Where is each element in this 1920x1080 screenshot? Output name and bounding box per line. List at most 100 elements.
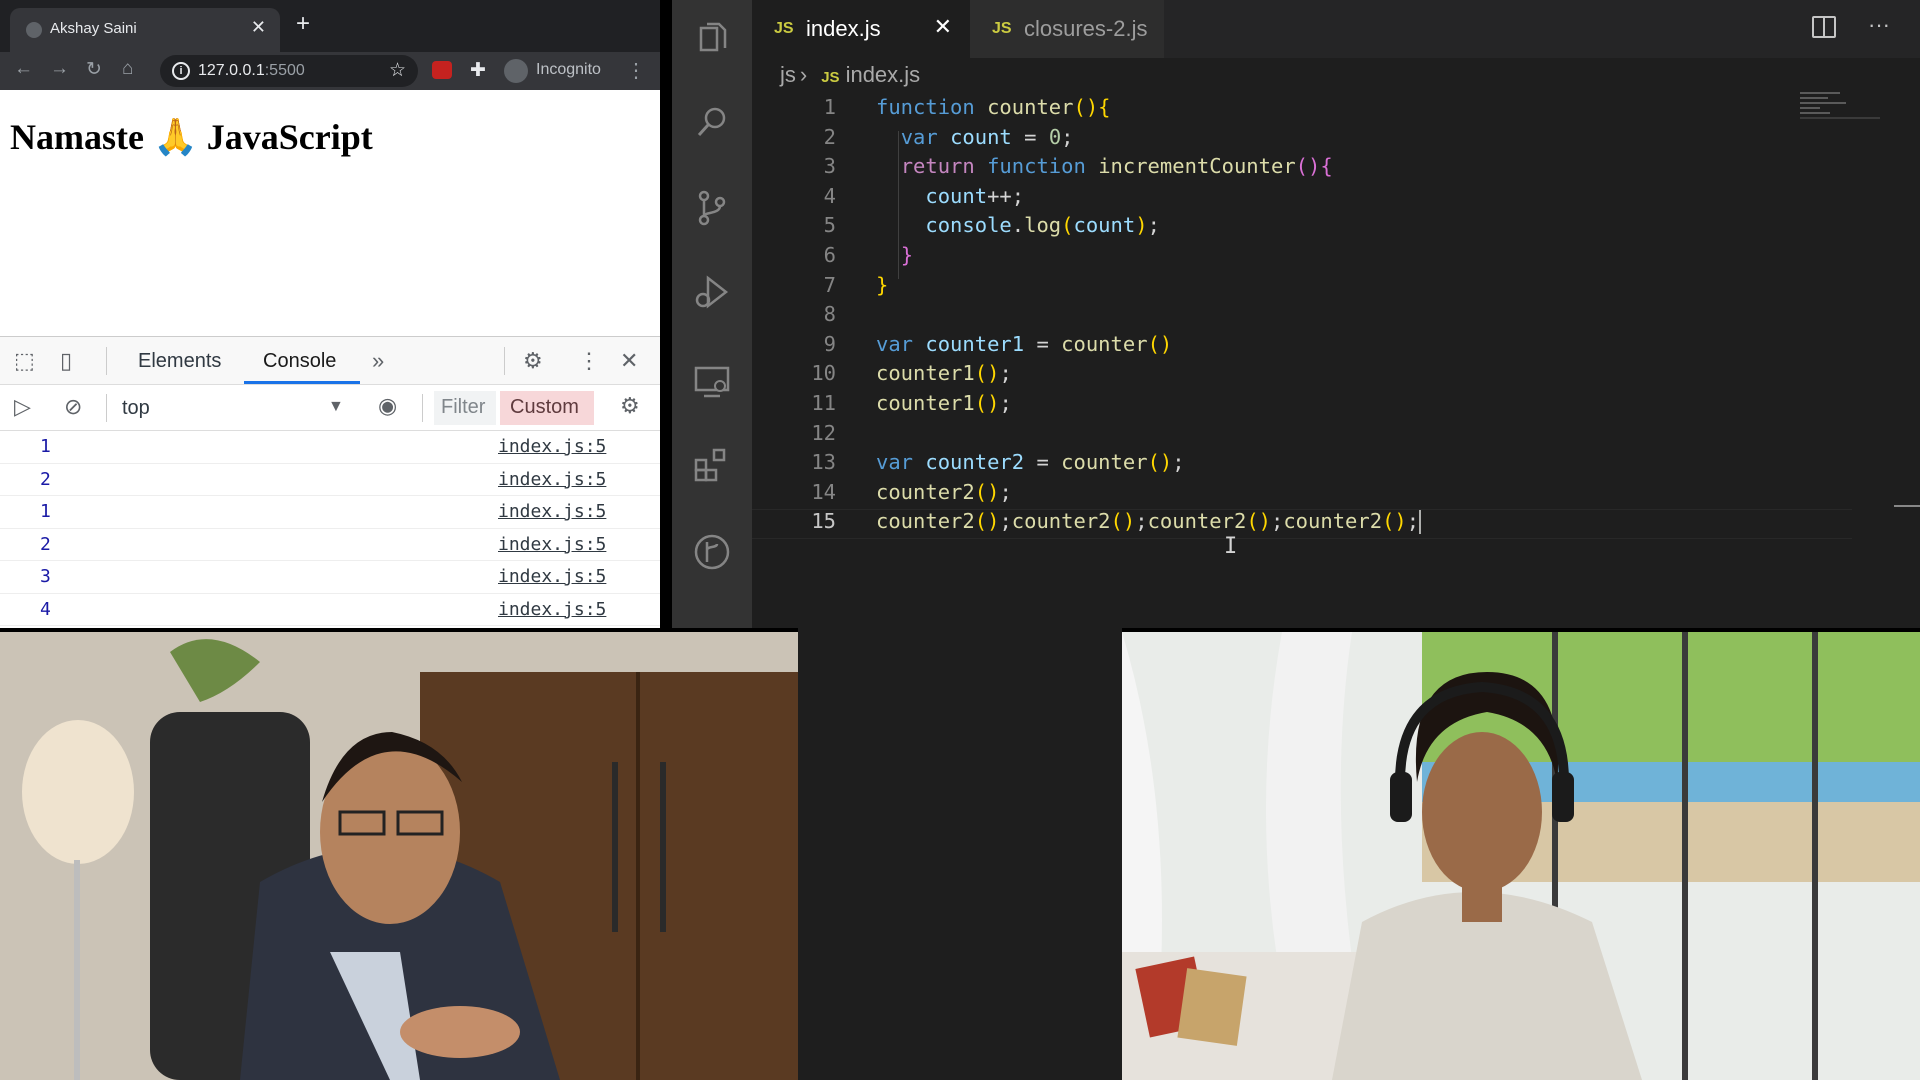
line-text: } — [876, 272, 889, 297]
source-link[interactable]: index.js:5 — [498, 599, 606, 620]
context-selector[interactable]: top — [122, 397, 150, 420]
tab-label: index.js — [806, 16, 881, 41]
toolbar-divider — [504, 347, 505, 375]
toolbar-divider — [422, 394, 423, 422]
more-tabs-chevron-icon[interactable]: » — [372, 348, 384, 374]
incognito-icon[interactable] — [504, 59, 528, 83]
split-editor-icon[interactable] — [1812, 16, 1836, 38]
home-icon[interactable]: ⌂ — [122, 58, 133, 80]
back-icon[interactable]: ← — [14, 58, 33, 80]
code-area[interactable]: 1 function counter(){ 2 var count = 0; 3 … — [752, 95, 1852, 539]
source-link[interactable]: index.js:5 — [498, 534, 606, 555]
inspect-element-icon[interactable]: ⬚ — [14, 348, 35, 374]
log-value: 2 — [40, 468, 51, 490]
filter-input[interactable]: Filter — [434, 391, 496, 425]
browser-tabstrip: Akshay Saini ✕ + — [0, 0, 660, 52]
js-file-icon: JS — [774, 20, 794, 37]
address-bar[interactable]: i 127.0.0.1:5500 ☆ — [160, 55, 418, 87]
line-number: 7 — [823, 272, 836, 297]
close-devtools-icon[interactable]: ✕ — [620, 348, 638, 374]
tab-index-js[interactable]: JS index.js ✕ — [752, 0, 970, 58]
tab-elements[interactable]: Elements — [138, 350, 221, 373]
browser-tab-title: Akshay Saini — [50, 20, 137, 37]
code-line: 13 var counter2 = counter(); — [752, 450, 1852, 480]
breadcrumb-folder[interactable]: js — [780, 62, 796, 87]
code-line: 7} — [752, 273, 1852, 303]
site-info-icon[interactable]: i — [172, 62, 190, 80]
settings-gear-icon[interactable]: ⚙ — [523, 348, 543, 374]
line-text: function counter(){ — [876, 95, 1111, 119]
code-line: 12 — [752, 421, 1852, 451]
chevron-down-icon[interactable]: ▼ — [328, 398, 344, 416]
console-message: 1 index.js:5 — [0, 496, 660, 529]
tab-closures-2-js[interactable]: JS closures-2.js — [970, 0, 1164, 58]
line-text: console.log(count); — [925, 213, 1160, 238]
source-link[interactable]: index.js:5 — [498, 501, 606, 522]
js-file-icon: JS — [821, 69, 840, 86]
browser-window: Akshay Saini ✕ + ← → ↻ ⌂ i 127.0.0.1:550… — [0, 0, 660, 628]
device-toolbar-icon[interactable]: ▯ — [60, 348, 72, 374]
line-number: 12 — [811, 420, 836, 445]
page-heading: Namaste 🙏 JavaScript — [10, 117, 373, 157]
scrollbar-cursor-marker — [1894, 505, 1920, 507]
close-icon[interactable]: ✕ — [934, 14, 952, 40]
explorer-files-icon[interactable] — [692, 18, 732, 58]
chevron-right-icon: › — [799, 62, 808, 87]
devtools-panel: ⬚ ▯ Elements Console » ⚙ ⋮ ✕ ▷ ⊘ top ▼ ◉ — [0, 336, 660, 628]
remote-explorer-icon[interactable] — [692, 362, 732, 402]
source-link[interactable]: index.js:5 — [498, 436, 606, 457]
sidebar-toggle-icon[interactable]: ▷ — [14, 394, 31, 420]
console-message: 1 index.js:5 — [0, 431, 660, 464]
code-line: 1 function counter(){ — [752, 95, 1852, 125]
devtools-menu-icon[interactable]: ⋮ — [578, 348, 600, 374]
close-tab-icon[interactable]: ✕ — [251, 17, 266, 38]
text-cursor — [1419, 510, 1422, 535]
search-icon[interactable] — [692, 102, 732, 142]
browser-menu-icon[interactable]: ⋮ — [626, 58, 646, 83]
editor-background — [798, 628, 1122, 1080]
forward-icon[interactable]: → — [50, 58, 69, 80]
live-expression-eye-icon[interactable]: ◉ — [378, 393, 397, 419]
console-message: 4 index.js:5 — [0, 594, 660, 626]
line-text: counter1(); — [876, 390, 1012, 415]
log-value: 3 — [40, 566, 51, 587]
line-number: 6 — [823, 242, 836, 267]
line-number: 5 — [823, 213, 836, 238]
clear-console-icon[interactable]: ⊘ — [64, 394, 82, 420]
extension-icon[interactable] — [432, 61, 452, 79]
line-number: 13 — [811, 450, 836, 475]
puzzle-extensions-icon[interactable]: ✚ — [470, 59, 486, 82]
line-number: 14 — [811, 479, 836, 504]
more-actions-icon[interactable]: ··· — [1868, 12, 1890, 38]
line-number: 2 — [823, 124, 836, 149]
tab-console[interactable]: Console — [263, 350, 336, 373]
new-tab-icon[interactable]: + — [296, 12, 310, 36]
line-text: var counter1 = counter() — [876, 331, 1173, 356]
breadcrumb-file[interactable]: index.js — [846, 62, 921, 87]
webcam-image-right — [1122, 632, 1920, 1080]
code-line: 9 var counter1 = counter() — [752, 332, 1852, 362]
line-number: 10 — [811, 361, 836, 386]
source-link[interactable]: index.js:5 — [498, 566, 606, 587]
toolbar-divider — [106, 347, 107, 375]
console-message: 2 index.js:5 — [0, 529, 660, 561]
source-link[interactable]: index.js:5 — [498, 469, 606, 490]
log-levels-dropdown[interactable]: Custom — [500, 391, 594, 425]
webcam-image-left — [0, 632, 798, 1080]
address-url: 127.0.0.1:5500 — [198, 62, 305, 79]
console-message: 2 index.js:5 — [0, 464, 660, 496]
toolbar-divider — [106, 394, 107, 422]
log-value: 2 — [40, 533, 51, 555]
line-number: 3 — [823, 154, 836, 179]
minimap[interactable] — [1800, 92, 1900, 132]
browser-tab[interactable]: Akshay Saini ✕ — [10, 8, 280, 52]
git-graph-icon[interactable] — [692, 532, 732, 572]
bookmark-star-icon[interactable]: ☆ — [389, 59, 406, 82]
extensions-icon[interactable] — [692, 446, 732, 486]
console-settings-gear-icon[interactable]: ⚙ — [620, 393, 640, 419]
run-debug-icon[interactable] — [692, 272, 732, 312]
line-text: counter1(); — [876, 361, 1012, 386]
console-toolbar: ▷ ⊘ top ▼ ◉ Filter Custom ⚙ — [0, 385, 660, 431]
source-control-icon[interactable] — [692, 188, 732, 228]
reload-icon[interactable]: ↻ — [86, 58, 102, 81]
